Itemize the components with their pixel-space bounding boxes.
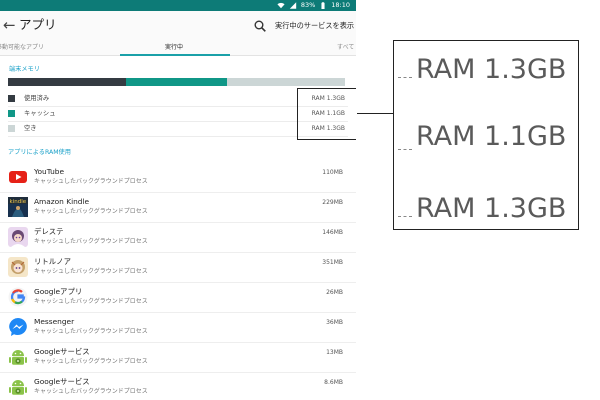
android-icon — [9, 350, 27, 365]
zoom-dash — [398, 149, 412, 150]
zoom-value-used: RAM 1.3GB — [416, 54, 567, 85]
app-bar: ← アプリ 実行中のサービスを表示 — [0, 11, 356, 41]
zoom-value-free: RAM 1.3GB — [416, 193, 567, 224]
android-icon — [9, 380, 27, 395]
app-ram-heading: アプリによるRAM使用 — [8, 149, 71, 156]
app-name: Amazon Kindle — [34, 197, 90, 206]
app-status: キャッシュしたバックグラウンドプロセス — [34, 298, 148, 305]
signal-icon — [289, 2, 297, 9]
app-row-dereste[interactable]: デレステ キャッシュしたバックグラウンドプロセス 146MB — [0, 223, 356, 253]
app-name: YouTube — [34, 167, 65, 176]
app-name: Googleサービス — [34, 377, 90, 386]
app-ram-size: 146MB — [322, 229, 343, 236]
memory-usage-bar — [8, 78, 345, 86]
tab-downloaded[interactable]: 移動可能なアプリ — [0, 44, 44, 52]
highlight-box — [297, 88, 356, 140]
messenger-icon — [9, 318, 27, 336]
app-ram-size: 351MB — [322, 259, 343, 266]
free-swatch — [8, 125, 15, 132]
tab-all[interactable]: すべて — [337, 44, 354, 52]
little-noah-icon — [8, 257, 28, 277]
youtube-icon — [9, 171, 27, 183]
app-row-youtube[interactable]: YouTube キャッシュしたバックグラウンドプロセス 110MB — [0, 163, 356, 193]
app-ram-size: 36MB — [326, 319, 343, 326]
legend-label: 空き — [24, 125, 37, 132]
callout-connector — [357, 113, 393, 114]
app-row-google-services-2[interactable]: Googleサービス キャッシュしたバックグラウンドプロセス 8.6MB — [0, 373, 356, 400]
app-ram-size: 8.6MB — [324, 379, 343, 386]
kindle-icon: kindle — [8, 197, 28, 217]
search-icon[interactable] — [254, 20, 266, 32]
app-status: キャッシュしたバックグラウンドプロセス — [34, 238, 148, 245]
tab-bar: 移動可能なアプリ 実行中 すべて — [0, 41, 356, 56]
app-name: Googleサービス — [34, 347, 90, 356]
app-name: デレステ — [34, 227, 64, 236]
battery-percent: 83% — [300, 1, 316, 9]
app-status: キャッシュしたバックグラウンドプロセス — [34, 208, 148, 215]
status-bar: 83% 18:10 — [0, 0, 356, 11]
battery-icon — [321, 2, 325, 9]
app-row-google-app[interactable]: Googleアプリ キャッシュしたバックグラウンドプロセス 26MB — [0, 283, 356, 313]
back-arrow-icon[interactable]: ← — [3, 17, 17, 33]
app-ram-size: 229MB — [322, 199, 343, 206]
device-memory-heading: 端末メモリ — [9, 66, 40, 73]
app-status: キャッシュしたバックグラウンドプロセス — [34, 268, 148, 275]
app-status: キャッシュしたバックグラウンドプロセス — [34, 358, 148, 365]
google-icon — [8, 287, 28, 307]
app-status: キャッシュしたバックグラウンドプロセス — [34, 178, 148, 185]
used-swatch — [8, 95, 15, 102]
show-running-services-button[interactable]: 実行中のサービスを表示 — [275, 21, 354, 31]
svg-text:kindle: kindle — [10, 199, 27, 205]
app-row-kindle[interactable]: kindle Amazon Kindle キャッシュしたバックグラウンドプロセス… — [0, 193, 356, 223]
zoom-value-cache: RAM 1.1GB — [416, 121, 567, 152]
app-status: キャッシュしたバックグラウンドプロセス — [34, 388, 148, 395]
memory-used-segment — [8, 78, 126, 86]
app-ram-size: 110MB — [322, 169, 343, 176]
app-name: Googleアプリ — [34, 287, 83, 296]
app-name: リトルノア — [34, 257, 71, 266]
zoom-callout: RAM 1.3GB RAM 1.1GB RAM 1.3GB — [393, 40, 579, 230]
legend-label: 使用済み — [24, 95, 50, 102]
app-row-little-noah[interactable]: リトルノア キャッシュしたバックグラウンドプロセス 351MB — [0, 253, 356, 283]
page-title: アプリ — [19, 17, 57, 32]
dereste-icon — [8, 227, 28, 247]
zoom-dash — [398, 77, 412, 78]
app-ram-size: 26MB — [326, 289, 343, 296]
tab-indicator — [120, 54, 230, 56]
phone-screen: 83% 18:10 ← アプリ 実行中のサービスを表示 移動可能なアプリ 実行中… — [0, 0, 356, 400]
tab-running[interactable]: 実行中 — [165, 44, 183, 52]
app-status: キャッシュしたバックグラウンドプロセス — [34, 328, 148, 335]
legend-label: キャッシュ — [24, 110, 56, 117]
app-row-google-services-1[interactable]: Googleサービス キャッシュしたバックグラウンドプロセス 13MB — [0, 343, 356, 373]
cache-swatch — [8, 110, 15, 117]
memory-cache-segment — [125, 78, 228, 86]
wifi-icon — [277, 2, 285, 9]
zoom-dash — [398, 216, 412, 217]
status-time: 18:10 — [331, 1, 350, 9]
app-name: Messenger — [34, 317, 75, 326]
app-ram-size: 13MB — [326, 349, 343, 356]
app-row-messenger[interactable]: Messenger キャッシュしたバックグラウンドプロセス 36MB — [0, 313, 356, 343]
